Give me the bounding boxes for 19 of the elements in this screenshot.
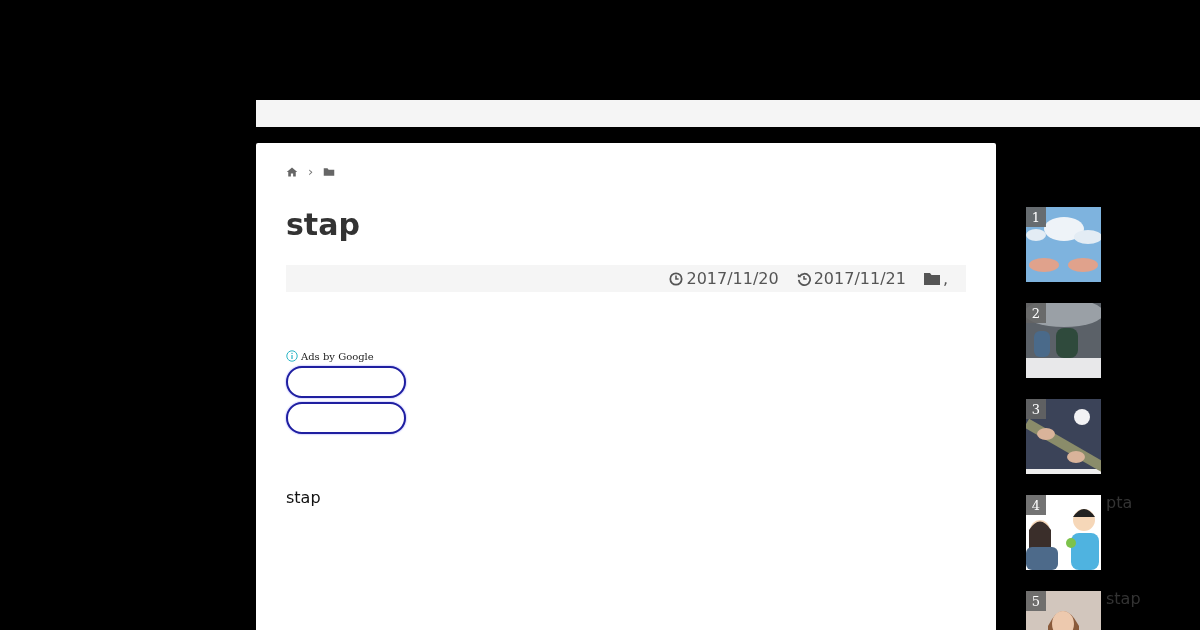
published-date: 2017/11/20 [686,269,779,288]
folder-icon [923,271,940,286]
updated-date: 2017/11/21 [813,269,906,288]
ads-label: Ads by Google [301,350,374,362]
ad-button[interactable] [286,402,406,434]
article-body: stap [286,488,322,507]
rank-badge: 2 [1026,303,1046,323]
category-list: , [942,269,948,288]
home-icon[interactable] [286,166,298,178]
rank-badge: 1 [1026,207,1046,227]
folder-icon[interactable] [323,166,336,178]
article-title: stap [286,206,361,244]
rank-badge: 4 [1026,495,1046,515]
rank-badge: 5 [1026,591,1046,611]
rank-badge: 3 [1026,399,1046,419]
ad-button[interactable] [286,366,406,398]
breadcrumb-separator: › [308,165,314,179]
clock-icon [669,271,684,286]
history-icon [796,271,811,286]
